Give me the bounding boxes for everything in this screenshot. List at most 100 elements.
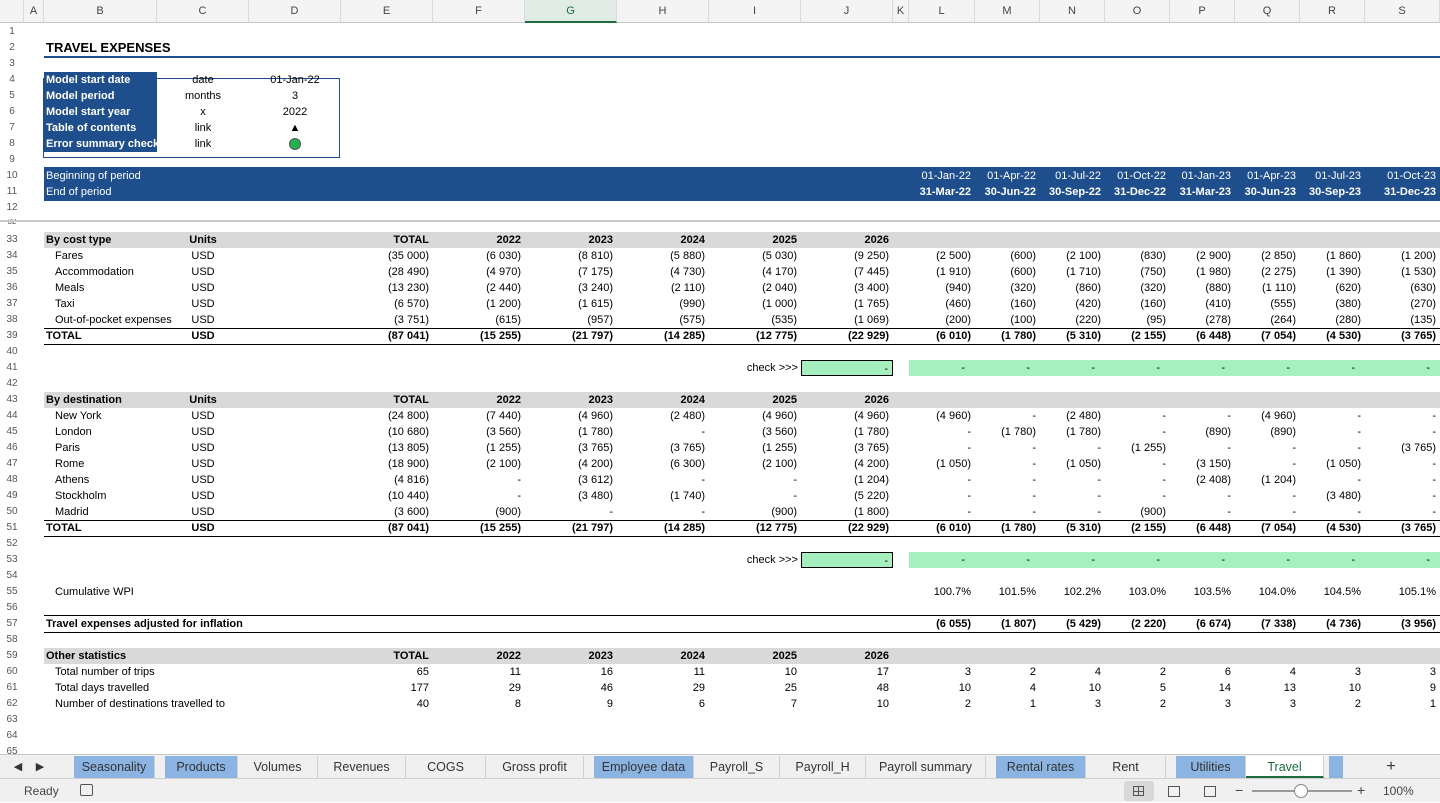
column-header-b[interactable]: B (44, 0, 157, 23)
column-header-o[interactable]: O (1105, 0, 1170, 23)
check-cell[interactable]: - (801, 360, 893, 376)
row-header-42[interactable]: 42 (0, 376, 24, 392)
tab-employee-data[interactable]: Employee data (594, 756, 694, 778)
row-header-60[interactable]: 60 (0, 664, 24, 680)
accessibility-icon[interactable] (80, 784, 93, 796)
row-header-45[interactable]: 45 (0, 424, 24, 440)
tab-travel[interactable]: Travel (1246, 756, 1324, 778)
tab-volumes[interactable]: Volumes (238, 756, 318, 778)
status-ok-icon[interactable] (249, 136, 341, 152)
row-header-46[interactable]: 46 (0, 440, 24, 456)
zoom-slider-thumb[interactable] (1294, 784, 1308, 798)
row-header-64[interactable]: 64 (0, 728, 24, 744)
row-header-8[interactable]: 8 (0, 136, 24, 152)
column-header-k[interactable]: K (893, 0, 909, 23)
row-header-1[interactable]: 1 (0, 24, 24, 40)
tab-utilities[interactable]: Utilities (1176, 756, 1246, 778)
row-header-61[interactable]: 61 (0, 680, 24, 696)
statistics-row-quarter: 9 (1429, 682, 1436, 694)
row-header-35[interactable]: 35 (0, 264, 24, 280)
corner-cell[interactable] (0, 0, 24, 23)
row-header-12[interactable]: 12 (0, 200, 24, 216)
row-header-55[interactable]: 55 (0, 584, 24, 600)
row-header-41[interactable]: 41 (0, 360, 24, 376)
column-header-d[interactable]: D (249, 0, 341, 23)
sheet-tabs-bar: ◀ ▶ Seasonality Products Volumes Revenues COGS… (0, 754, 1440, 778)
tab-revenues[interactable]: Revenues (318, 756, 406, 778)
row-header-5[interactable]: 5 (0, 88, 24, 104)
cost-row-quarter: (320) (1010, 282, 1036, 294)
row-header-43[interactable]: 43 (0, 392, 24, 408)
column-header-q[interactable]: Q (1235, 0, 1300, 23)
column-header-i[interactable]: I (709, 0, 801, 23)
tab-payroll-summary[interactable]: Payroll summary (866, 756, 986, 778)
next-sheet-icon[interactable]: ▶ (30, 756, 50, 778)
row-header-2[interactable]: 2 (0, 40, 24, 56)
row-header-51[interactable]: 51 (0, 520, 24, 536)
row-header-53[interactable]: 53 (0, 552, 24, 568)
tab-cogs[interactable]: COGS (406, 756, 486, 778)
row-header-62[interactable]: 62 (0, 696, 24, 712)
tab-gross-profit[interactable]: Gross profit (486, 756, 584, 778)
adjusted-value: (1 807) (1001, 618, 1036, 630)
row-header-63[interactable]: 63 (0, 712, 24, 728)
row-header-48[interactable]: 48 (0, 472, 24, 488)
tab-rent[interactable]: Rent (1086, 756, 1166, 778)
column-header-h[interactable]: H (617, 0, 709, 23)
row-header-37[interactable]: 37 (0, 296, 24, 312)
column-header-g[interactable]: G (525, 0, 617, 23)
zoom-in-button[interactable]: + (1357, 779, 1365, 801)
column-header-p[interactable]: P (1170, 0, 1235, 23)
column-header-s[interactable]: S (1365, 0, 1440, 23)
row-header-10[interactable]: 10 (0, 168, 24, 184)
cost-row-value: (2 440) (486, 282, 521, 294)
page-break-view-icon[interactable] (1204, 786, 1216, 797)
row-header-40[interactable]: 40 (0, 344, 24, 360)
check-cell[interactable]: - (801, 552, 893, 568)
tab-rental-rates[interactable]: Rental rates (996, 756, 1086, 778)
row-header-3[interactable]: 3 (0, 56, 24, 72)
row-header-44[interactable]: 44 (0, 408, 24, 424)
row-header-36[interactable]: 36 (0, 280, 24, 296)
column-header-n[interactable]: N (1040, 0, 1105, 23)
column-header-m[interactable]: M (975, 0, 1040, 23)
column-header-f[interactable]: F (433, 0, 525, 23)
column-header-a[interactable]: A (24, 0, 44, 23)
row-header-39[interactable]: 39 (0, 328, 24, 344)
row-header-49[interactable]: 49 (0, 488, 24, 504)
row-header-34[interactable]: 34 (0, 248, 24, 264)
cost-row-quarter: (2 100) (1066, 250, 1101, 262)
prev-sheet-icon[interactable]: ◀ (8, 756, 28, 778)
row-header-9[interactable]: 9 (0, 152, 24, 168)
row-header-52[interactable]: 52 (0, 536, 24, 552)
column-header-r[interactable]: R (1300, 0, 1365, 23)
column-header-e[interactable]: E (341, 0, 433, 23)
column-header-c[interactable]: C (157, 0, 249, 23)
row-header-4[interactable]: 4 (0, 72, 24, 88)
row-header-7[interactable]: 7 (0, 120, 24, 136)
row-header-59[interactable]: 59 (0, 648, 24, 664)
row-header-65[interactable]: 65 (0, 744, 24, 754)
row-header-11[interactable]: 11 (0, 184, 24, 200)
cost-type-header-year: 2024 (680, 234, 705, 246)
adjusted-value: (6 674) (1196, 618, 1231, 630)
column-header-j[interactable]: J (801, 0, 893, 23)
row-header-54[interactable]: 54 (0, 568, 24, 584)
tab-seasonality[interactable]: Seasonality (74, 756, 155, 778)
tab-payroll-h[interactable]: Payroll_H (780, 756, 866, 778)
row-header-50[interactable]: 50 (0, 504, 24, 520)
row-header-56[interactable]: 56 (0, 600, 24, 616)
page-layout-view-icon[interactable] (1168, 786, 1180, 797)
row-header-38[interactable]: 38 (0, 312, 24, 328)
row-header-33[interactable]: 33 (0, 232, 24, 248)
spreadsheet-grid[interactable]: A B C D E F G H I J K L M N O P Q R S 1 2 3 4 5 6 7 8 9 10 11 12 32 33 34… (0, 0, 1440, 754)
tab-payroll-s[interactable]: Payroll_S (694, 756, 780, 778)
column-header-l[interactable]: L (909, 0, 975, 23)
row-header-6[interactable]: 6 (0, 104, 24, 120)
zoom-out-button[interactable]: − (1235, 779, 1243, 801)
row-header-57[interactable]: 57 (0, 616, 24, 632)
add-sheet-button[interactable]: + (1378, 756, 1404, 778)
row-header-58[interactable]: 58 (0, 632, 24, 648)
row-header-47[interactable]: 47 (0, 456, 24, 472)
tab-products[interactable]: Products (165, 756, 238, 778)
